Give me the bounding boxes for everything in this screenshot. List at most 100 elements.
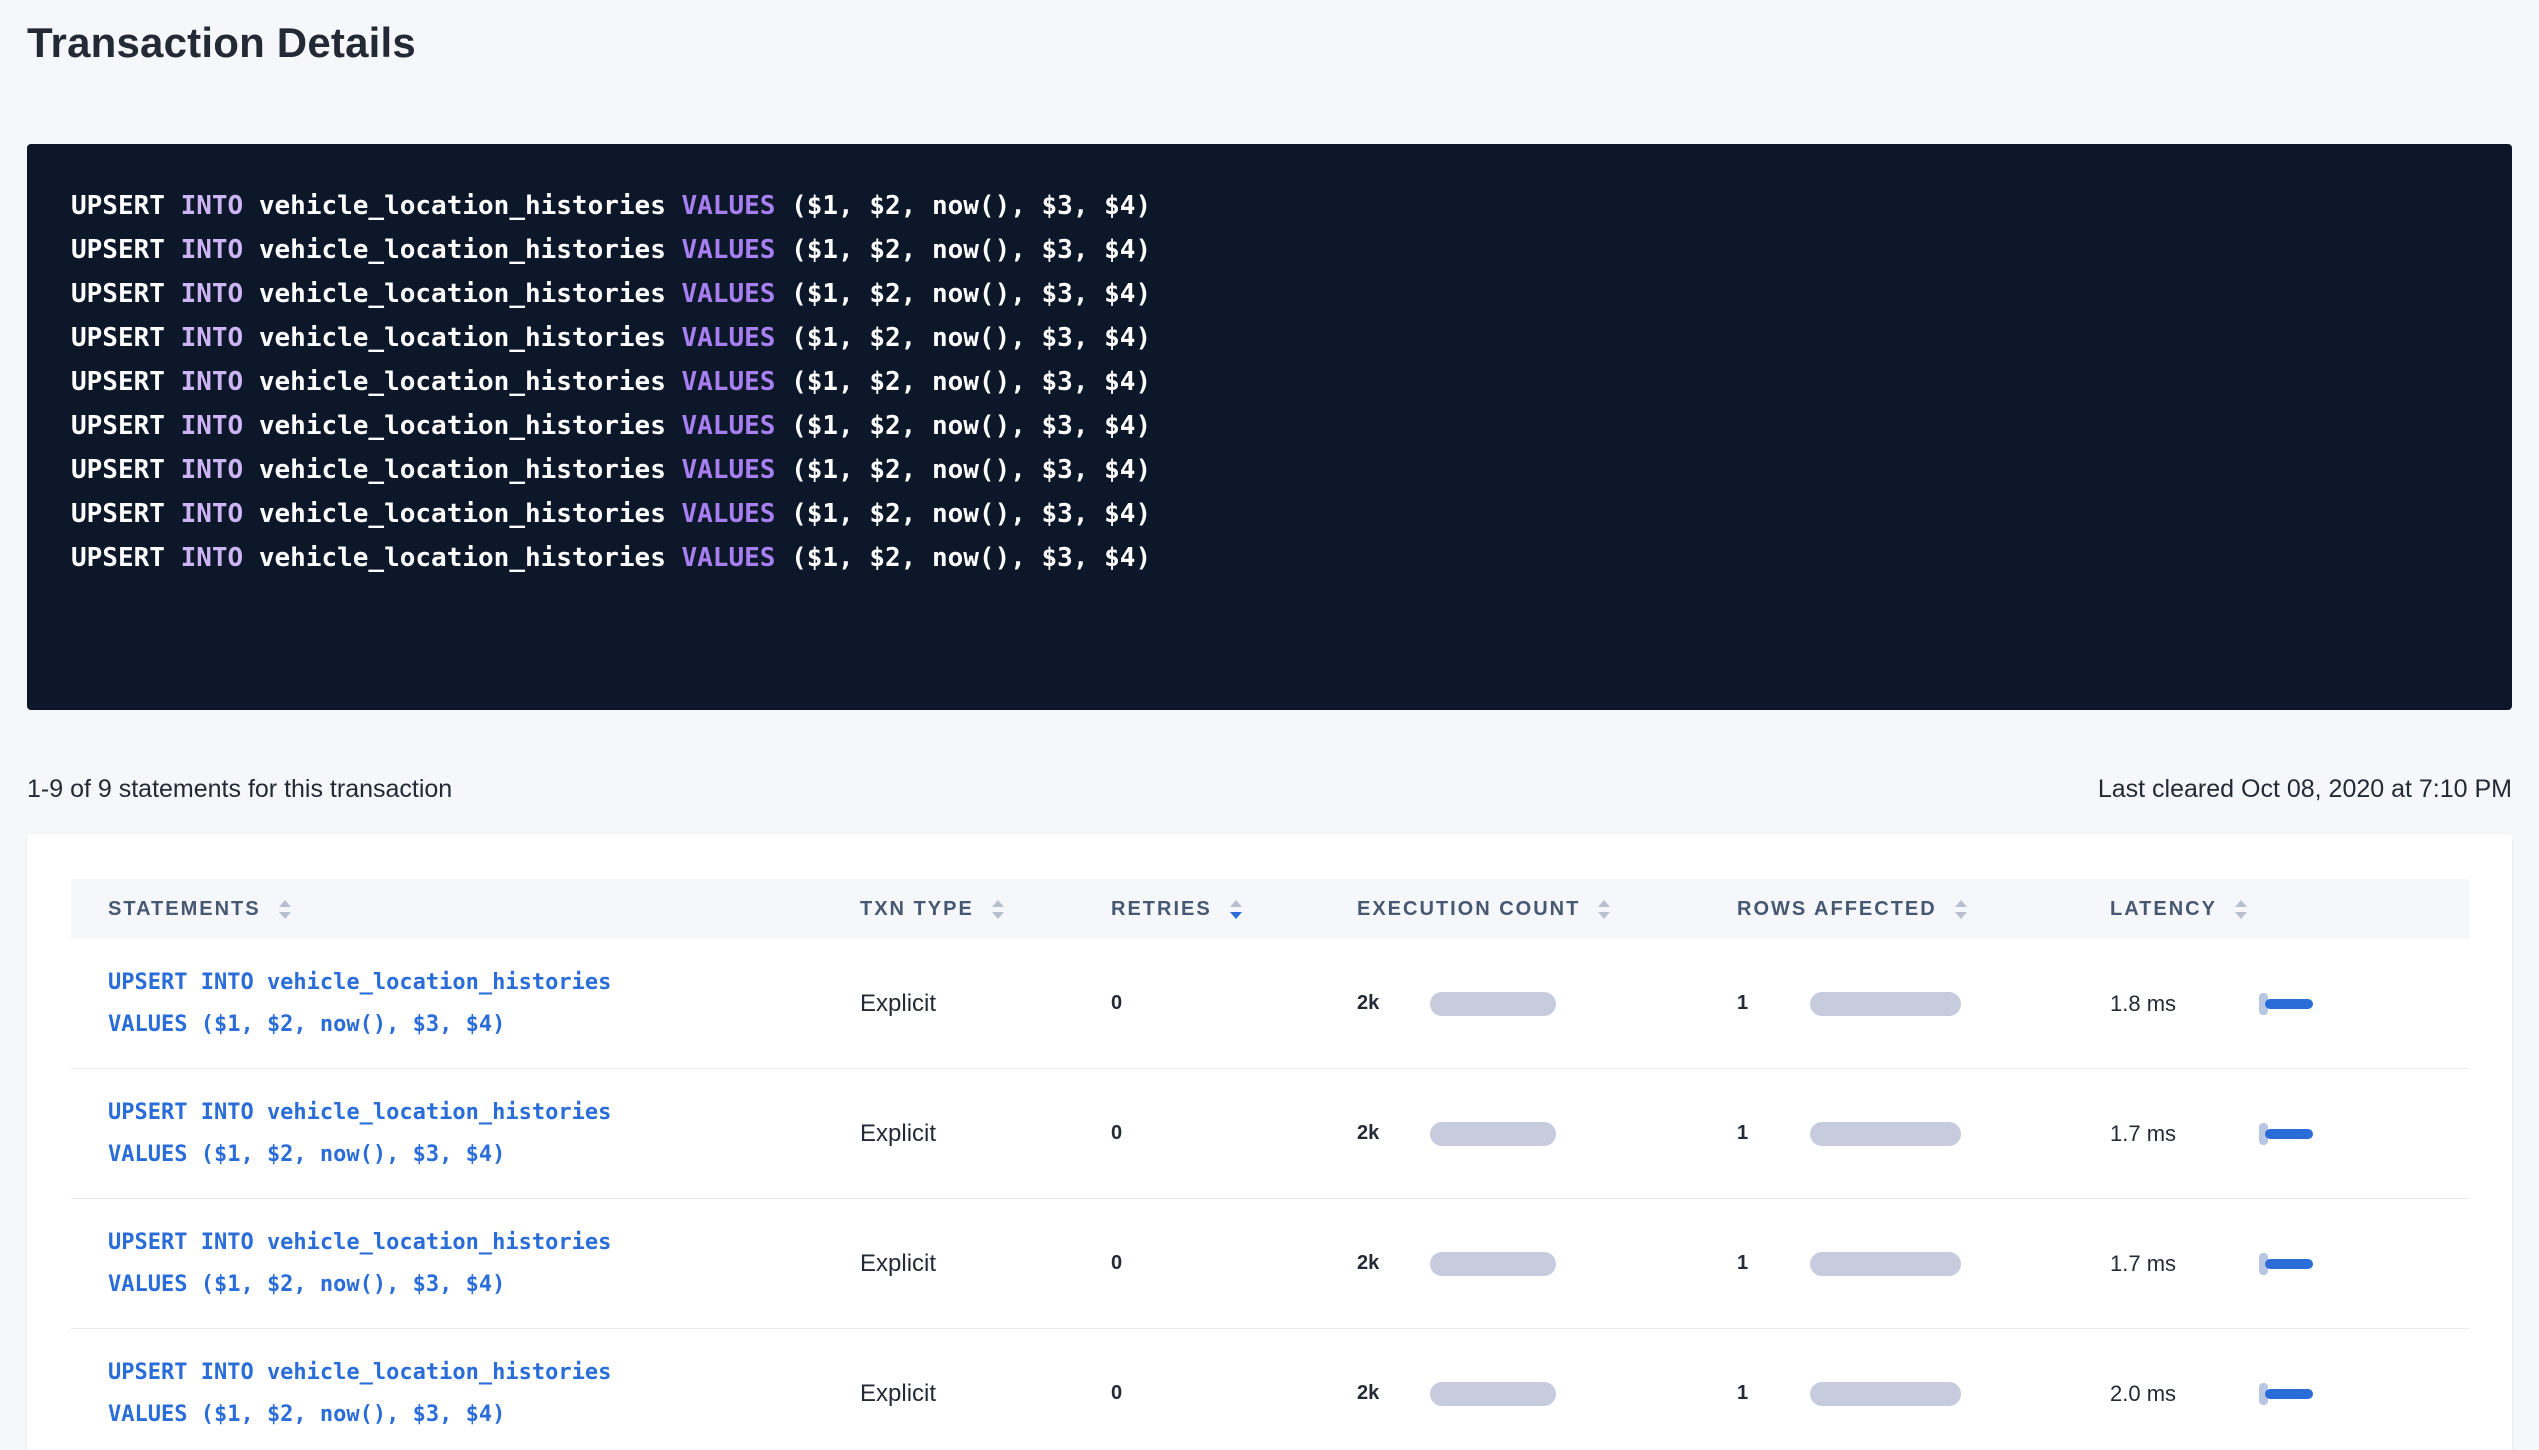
sql-keyword-values: VALUES	[682, 279, 792, 309]
execution-count-value: 2k	[1357, 1122, 1430, 1145]
sql-keyword-values: VALUES	[682, 191, 792, 221]
txn-type-cell: Explicit	[860, 1120, 1111, 1148]
sql-keyword-upsert: UPSERT	[71, 279, 181, 309]
table-body: UPSERT INTO vehicle_location_historiesVA…	[71, 939, 2469, 1450]
column-header-label: Latency	[2110, 898, 2217, 921]
sql-keyword-values: VALUES	[682, 411, 792, 441]
execution-count-bar	[1430, 1382, 1556, 1406]
statement-cell: UPSERT INTO vehicle_location_historiesVA…	[71, 962, 860, 1046]
statement-link[interactable]: UPSERT INTO vehicle_location_historiesVA…	[108, 1352, 860, 1436]
sql-keyword-into: INTO	[181, 411, 259, 441]
summary-row: 1-9 of 9 statements for this transaction…	[27, 774, 2512, 804]
sql-params: ($1, $2, now(), $3, $4)	[791, 279, 1151, 309]
sql-statement-line: UPSERT INTO vehicle_location_histories V…	[71, 536, 2472, 580]
execution-count-cell: 2k	[1357, 1122, 1737, 1146]
execution-count-bar	[1430, 1122, 1556, 1146]
statement-line-2: VALUES ($1, $2, now(), $3, $4)	[108, 1004, 860, 1046]
sql-keyword-into: INTO	[181, 323, 259, 353]
sql-keyword-into: INTO	[181, 543, 259, 573]
sql-keyword-into: INTO	[181, 191, 259, 221]
latency-value: 1.8 ms	[2110, 991, 2259, 1017]
sql-keyword-upsert: UPSERT	[71, 367, 181, 397]
sql-statement-line: UPSERT INTO vehicle_location_histories V…	[71, 492, 2472, 536]
sql-table-name: vehicle_location_histories	[259, 323, 682, 353]
sort-icons[interactable]	[2235, 900, 2247, 919]
retries-cell: 0	[1111, 1382, 1357, 1405]
rows-affected-bar	[1810, 1382, 1961, 1406]
sort-desc-icon	[1955, 912, 1967, 919]
statement-link[interactable]: UPSERT INTO vehicle_location_historiesVA…	[108, 962, 860, 1046]
last-cleared-text: Last cleared Oct 08, 2020 at 7:10 PM	[2098, 774, 2512, 804]
sql-table-name: vehicle_location_histories	[259, 367, 682, 397]
sql-table-name: vehicle_location_histories	[259, 455, 682, 485]
column-header-execution-count[interactable]: Execution Count	[1357, 898, 1737, 921]
column-header-rows-affected[interactable]: Rows Affected	[1737, 898, 2110, 921]
rows-affected-value: 1	[1737, 1122, 1810, 1145]
sql-keyword-upsert: UPSERT	[71, 235, 181, 265]
column-header-latency[interactable]: Latency	[2110, 898, 2469, 921]
sql-keyword-values: VALUES	[682, 455, 792, 485]
sort-desc-icon	[992, 912, 1004, 919]
sql-params: ($1, $2, now(), $3, $4)	[791, 191, 1151, 221]
statements-range-text: 1-9 of 9 statements for this transaction	[27, 774, 452, 804]
execution-count-cell: 2k	[1357, 1252, 1737, 1276]
retries-cell: 0	[1111, 1252, 1357, 1275]
sql-table-name: vehicle_location_histories	[259, 279, 682, 309]
sql-table-name: vehicle_location_histories	[259, 543, 682, 573]
sql-statement-line: UPSERT INTO vehicle_location_histories V…	[71, 316, 2472, 360]
sort-icons[interactable]	[1230, 900, 1242, 919]
latency-bar	[2259, 993, 2313, 1015]
latency-bar	[2259, 1383, 2313, 1405]
sort-asc-icon	[279, 900, 291, 907]
sql-table-name: vehicle_location_histories	[259, 411, 682, 441]
sort-icons[interactable]	[1955, 900, 1967, 919]
latency-bar	[2259, 1123, 2313, 1145]
sort-icons[interactable]	[279, 900, 291, 919]
latency-cell: 1.8 ms	[2110, 991, 2469, 1017]
statement-line-2: VALUES ($1, $2, now(), $3, $4)	[108, 1134, 860, 1176]
retries-cell: 0	[1111, 1122, 1357, 1145]
sql-statement-line: UPSERT INTO vehicle_location_histories V…	[71, 448, 2472, 492]
column-header-label: Retries	[1111, 898, 1212, 921]
table-header-row: Statements Txn Type Retries Execution Count…	[71, 879, 2469, 939]
latency-bar	[2259, 1253, 2313, 1275]
column-header-label: Statements	[108, 898, 261, 921]
rows-affected-bar	[1810, 1252, 1961, 1276]
sql-params: ($1, $2, now(), $3, $4)	[791, 455, 1151, 485]
statement-cell: UPSERT INTO vehicle_location_historiesVA…	[71, 1222, 860, 1306]
sort-icons[interactable]	[992, 900, 1004, 919]
execution-count-value: 2k	[1357, 992, 1430, 1015]
column-header-txn-type[interactable]: Txn Type	[860, 898, 1111, 921]
sort-desc-icon	[1230, 912, 1242, 919]
sql-keyword-values: VALUES	[682, 235, 792, 265]
sql-keyword-upsert: UPSERT	[71, 499, 181, 529]
latency-bar-fill	[2265, 999, 2313, 1009]
latency-cell: 2.0 ms	[2110, 1381, 2469, 1407]
retries-cell: 0	[1111, 992, 1357, 1015]
statement-link[interactable]: UPSERT INTO vehicle_location_historiesVA…	[108, 1092, 860, 1176]
transaction-details-page: Transaction Details UPSERT INTO vehicle_…	[0, 0, 2539, 1450]
column-header-retries[interactable]: Retries	[1111, 898, 1357, 921]
table-row: UPSERT INTO vehicle_location_historiesVA…	[71, 1199, 2469, 1329]
column-header-statements[interactable]: Statements	[71, 898, 860, 921]
sql-keyword-upsert: UPSERT	[71, 411, 181, 441]
column-header-label: Txn Type	[860, 898, 974, 921]
rows-affected-bar	[1810, 992, 1961, 1016]
statement-link[interactable]: UPSERT INTO vehicle_location_historiesVA…	[108, 1222, 860, 1306]
sql-keyword-into: INTO	[181, 455, 259, 485]
sql-params: ($1, $2, now(), $3, $4)	[791, 323, 1151, 353]
sort-desc-icon	[2235, 912, 2247, 919]
sort-icons[interactable]	[1598, 900, 1610, 919]
latency-bar-fill	[2265, 1259, 2313, 1269]
sql-keyword-upsert: UPSERT	[71, 191, 181, 221]
rows-affected-value: 1	[1737, 1252, 1810, 1275]
sql-statement-line: UPSERT INTO vehicle_location_histories V…	[71, 360, 2472, 404]
sql-statement-line: UPSERT INTO vehicle_location_histories V…	[71, 184, 2472, 228]
column-header-label: Rows Affected	[1737, 898, 1937, 921]
sql-keyword-upsert: UPSERT	[71, 543, 181, 573]
sql-keyword-into: INTO	[181, 279, 259, 309]
execution-count-bar	[1430, 992, 1556, 1016]
rows-affected-cell: 1	[1737, 1252, 2110, 1276]
latency-value: 2.0 ms	[2110, 1381, 2259, 1407]
execution-count-bar	[1430, 1252, 1556, 1276]
